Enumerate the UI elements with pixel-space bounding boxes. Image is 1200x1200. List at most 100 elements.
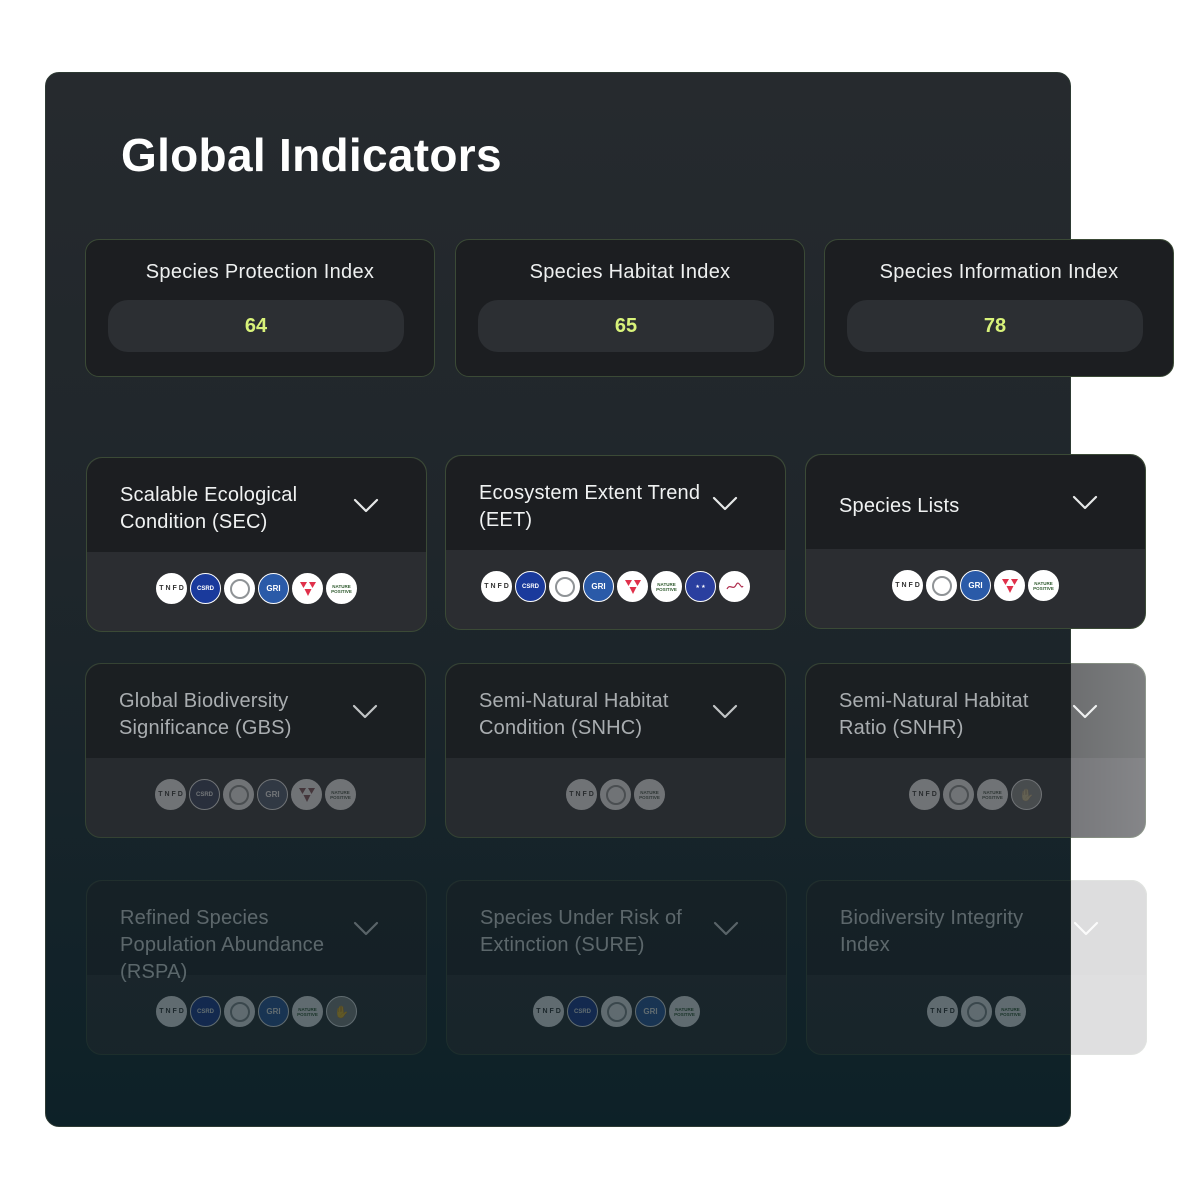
gri-badge: GRI: [258, 996, 289, 1027]
index-value: 78: [847, 300, 1143, 352]
nature-positive-badge: NATURE POSITIVE: [292, 996, 323, 1027]
framework-badges: T N F D CSRD GRI NATURE POSITIVE: [87, 573, 426, 605]
ring-badge: [223, 779, 254, 810]
signature-badge: [719, 571, 750, 602]
indicator-card[interactable]: Global Biodiversity Significance (GBS) T …: [85, 663, 426, 838]
ring-badge: [600, 779, 631, 810]
ring-badge: [601, 996, 632, 1027]
indicator-name: Global Biodiversity Significance (GBS): [119, 690, 292, 739]
ring-badge: [943, 779, 974, 810]
gri-badge: GRI: [258, 573, 289, 604]
nature-positive-badge: NATURE POSITIVE: [995, 996, 1026, 1027]
index-card-habitat: Species Habitat Index 65: [455, 239, 805, 377]
nature-positive-badge: NATURE POSITIVE: [326, 573, 357, 604]
index-label: Species Information Index: [879, 261, 1119, 283]
framework-badges: T N F D NATURE POSITIVE: [807, 996, 1146, 1028]
indicator-name: Scalable Ecological Condition (SEC): [120, 484, 298, 533]
ring-badge: [961, 996, 992, 1027]
csrd-badge: CSRD: [189, 779, 220, 810]
hand-badge: ✋: [1011, 779, 1042, 810]
nature-positive-badge: NATURE POSITIVE: [634, 779, 665, 810]
tnfd-badge: T N F D: [909, 779, 940, 810]
page-title: Global Indicators: [121, 129, 502, 181]
red-triangles-badge: [292, 573, 323, 604]
indicator-header: Refined Species Population Abundance (RS…: [87, 881, 426, 983]
indicator-header: Species Lists: [806, 455, 1145, 549]
ring-badge: [926, 570, 957, 601]
indicator-name: Refined Species Population Abundance (RS…: [120, 907, 325, 983]
indicator-name: Species Under Risk of Extinction (SURE): [480, 907, 683, 956]
framework-badges: T N F D CSRD GRI NATURE POSITIVE ★ ★: [446, 571, 785, 603]
ring-badge: [549, 571, 580, 602]
indicator-card[interactable]: Ecosystem Extent Trend (EET) T N F D CSRD G…: [445, 455, 786, 630]
nature-positive-badge: NATURE POSITIVE: [651, 571, 682, 602]
tnfd-badge: T N F D: [892, 570, 923, 601]
tnfd-badge: T N F D: [481, 571, 512, 602]
indicator-card[interactable]: Species Under Risk of Extinction (SURE) T…: [446, 880, 787, 1055]
framework-badges: T N F D NATURE POSITIVE: [446, 779, 785, 811]
index-value: 65: [478, 300, 774, 352]
chevron-down-icon[interactable]: [1072, 919, 1100, 937]
tnfd-badge: T N F D: [156, 996, 187, 1027]
tnfd-badge: T N F D: [533, 996, 564, 1027]
indicator-header: Semi-Natural Habitat Ratio (SNHR): [806, 664, 1145, 758]
chevron-down-icon[interactable]: [711, 702, 739, 720]
csrd-badge: CSRD: [190, 573, 221, 604]
red-triangles-badge: [617, 571, 648, 602]
framework-badges: T N F D CSRD GRI NATURE POSITIVE ✋: [87, 996, 426, 1028]
gri-badge: GRI: [583, 571, 614, 602]
indicator-card[interactable]: Species Lists T N F D GRI NATURE POSITIVE: [805, 454, 1146, 629]
index-card-information: Species Information Index 78: [824, 239, 1174, 377]
indicator-name: Ecosystem Extent Trend (EET): [479, 482, 701, 531]
csrd-badge: CSRD: [515, 571, 546, 602]
tnfd-badge: T N F D: [927, 996, 958, 1027]
index-value: 64: [108, 300, 404, 352]
ring-badge: [224, 573, 255, 604]
chevron-down-icon[interactable]: [352, 919, 380, 937]
indicator-header: Ecosystem Extent Trend (EET): [446, 456, 785, 550]
chevron-down-icon[interactable]: [1071, 702, 1099, 720]
indicator-card[interactable]: Refined Species Population Abundance (RS…: [86, 880, 427, 1055]
chevron-down-icon[interactable]: [351, 702, 379, 720]
chevron-down-icon[interactable]: [352, 496, 380, 514]
tnfd-badge: T N F D: [155, 779, 186, 810]
indicator-name: Semi-Natural Habitat Ratio (SNHR): [839, 690, 1029, 739]
indicator-name: Species Lists: [839, 495, 960, 517]
tnfd-badge: T N F D: [566, 779, 597, 810]
nature-positive-badge: NATURE POSITIVE: [977, 779, 1008, 810]
gri-badge: GRI: [635, 996, 666, 1027]
hand-badge: ✋: [326, 996, 357, 1027]
framework-badges: T N F D CSRD GRI NATURE POSITIVE: [86, 779, 425, 811]
index-label: Species Habitat Index: [529, 261, 731, 283]
indicator-card[interactable]: Biodiversity Integrity Index T N F D NATUR…: [806, 880, 1147, 1055]
indicator-name: Biodiversity Integrity Index: [840, 907, 1024, 956]
indicator-header: Species Under Risk of Extinction (SURE): [447, 881, 786, 975]
framework-badges: T N F D CSRD GRI NATURE POSITIVE: [447, 996, 786, 1028]
ring-badge: [224, 996, 255, 1027]
nature-positive-badge: NATURE POSITIVE: [669, 996, 700, 1027]
indicator-card[interactable]: Semi-Natural Habitat Condition (SNHC) T N…: [445, 663, 786, 838]
gri-badge: GRI: [960, 570, 991, 601]
chevron-down-icon[interactable]: [712, 919, 740, 937]
indicator-name: Semi-Natural Habitat Condition (SNHC): [479, 690, 669, 739]
index-label: Species Protection Index: [145, 261, 375, 283]
index-card-protection: Species Protection Index 64: [85, 239, 435, 377]
red-triangles-badge: [291, 779, 322, 810]
framework-badges: T N F D GRI NATURE POSITIVE: [806, 570, 1145, 602]
indicator-card[interactable]: Scalable Ecological Condition (SEC) T N F…: [86, 457, 427, 632]
nature-positive-badge: NATURE POSITIVE: [1028, 570, 1059, 601]
chevron-down-icon[interactable]: [711, 494, 739, 512]
chevron-down-icon[interactable]: [1071, 493, 1099, 511]
red-triangles-badge: [994, 570, 1025, 601]
nature-positive-badge: NATURE POSITIVE: [325, 779, 356, 810]
csrd-badge: CSRD: [190, 996, 221, 1027]
indicator-header: Scalable Ecological Condition (SEC): [87, 458, 426, 552]
csrd-badge: CSRD: [567, 996, 598, 1027]
gri-badge: GRI: [257, 779, 288, 810]
indicator-header: Biodiversity Integrity Index: [807, 881, 1146, 975]
indicator-card[interactable]: Semi-Natural Habitat Ratio (SNHR) T N F D…: [805, 663, 1146, 838]
eu-badge: ★ ★: [685, 571, 716, 602]
indicator-header: Global Biodiversity Significance (GBS): [86, 664, 425, 758]
tnfd-badge: T N F D: [156, 573, 187, 604]
framework-badges: T N F D NATURE POSITIVE ✋: [806, 779, 1145, 811]
